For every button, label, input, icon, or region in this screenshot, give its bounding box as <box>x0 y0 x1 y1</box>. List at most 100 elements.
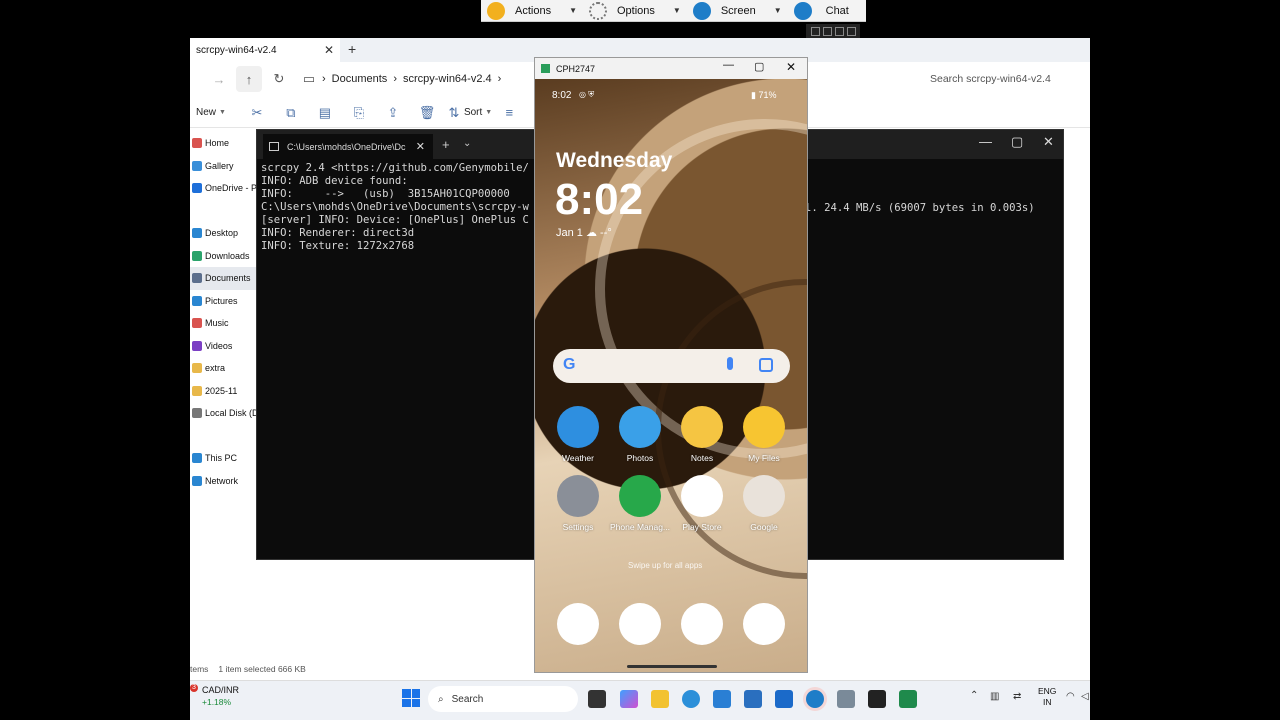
view-icon[interactable]: ≡ <box>492 105 526 120</box>
volume-icon[interactable]: ◁ <box>1081 691 1089 702</box>
date-weather[interactable]: Jan 1 ☁ --° <box>556 226 612 239</box>
sort-button[interactable]: Sort <box>464 107 482 118</box>
folder-icon <box>192 385 202 396</box>
store-icon[interactable] <box>713 690 731 708</box>
breadcrumb-folder[interactable]: scrcpy-win64-v2.4 <box>403 73 492 85</box>
options-menu[interactable]: Options ▼ <box>585 0 689 22</box>
search-input[interactable]: Search scrcpy-win64-v2.4 <box>930 73 1051 85</box>
remote-toolbar: Actions ▼ Options ▼ Screen ▼ Chat <box>481 0 866 22</box>
close-icon[interactable]: ✕ <box>786 60 796 74</box>
new-button[interactable]: New <box>196 107 216 118</box>
terminal-tab[interactable]: C:\Users\mohds\OneDrive\Dc ✕ <box>263 134 433 159</box>
sidebar-item[interactable]: Local Disk (D: <box>190 402 256 425</box>
sidebar-item[interactable]: Music <box>190 312 256 335</box>
actions-menu[interactable]: Actions ▼ <box>481 0 585 22</box>
forward-icon[interactable]: → <box>206 66 232 92</box>
maximize-icon[interactable]: ▢ <box>1011 134 1023 150</box>
file-explorer-icon[interactable] <box>651 690 669 708</box>
breadcrumb-documents[interactable]: Documents <box>332 73 388 85</box>
chrome-dock-icon[interactable] <box>681 603 723 645</box>
rename-icon[interactable]: ⎘ <box>342 105 376 121</box>
terminal-output[interactable]: scrcpy 2.4 <https://github.com/Genymobil… <box>261 162 529 253</box>
sidebar-item[interactable]: This PC <box>190 447 256 470</box>
remote-desktop-icon[interactable] <box>806 690 824 708</box>
messages-dock-icon[interactable] <box>619 603 661 645</box>
status-bar: tems 1 item selected 666 KB <box>190 664 306 674</box>
toolbar-mini-controls[interactable] <box>806 24 860 38</box>
terminal-icon <box>269 142 279 151</box>
google-search-bar[interactable]: G <box>553 349 790 383</box>
wifi-icon[interactable]: ◠ <box>1066 691 1075 702</box>
sidebar-item[interactable]: Documents <box>190 267 256 290</box>
minimize-icon[interactable]: — <box>979 134 992 149</box>
app-my-files[interactable]: My Files <box>734 406 794 463</box>
language-indicator[interactable]: ENG IN <box>1038 686 1056 708</box>
sidebar-item[interactable]: Network <box>190 470 256 493</box>
lightning-icon <box>487 1 505 20</box>
sidebar-item[interactable]: Pictures <box>190 290 256 313</box>
app-settings[interactable]: Settings <box>548 475 608 532</box>
app-google[interactable]: Google <box>734 475 794 532</box>
app-icon[interactable] <box>837 690 855 708</box>
sidebar-item[interactable]: Videos <box>190 335 256 358</box>
paste-icon[interactable]: ▤ <box>308 105 342 121</box>
app-weather[interactable]: Weather <box>548 406 608 463</box>
new-tab-button[interactable]: + <box>442 137 450 152</box>
phone-screen[interactable]: 8:02 ◎ ⛨ ▮ 71% Wednesday 8:02 Jan 1 ☁ --… <box>535 79 807 672</box>
camera-dock-icon[interactable] <box>743 603 785 645</box>
sync-icon[interactable]: ⇄ <box>1013 691 1021 702</box>
task-view-icon[interactable] <box>588 690 606 708</box>
sidebar-item-label: Music <box>205 318 229 329</box>
sidebar-item-label: Gallery <box>205 160 234 171</box>
cut-icon[interactable]: ✂ <box>240 105 274 121</box>
sidebar-item[interactable]: extra <box>190 357 256 380</box>
sidebar-item[interactable]: 2025-11 <box>190 380 256 403</box>
ticker-badge: 3 <box>190 684 198 692</box>
delete-icon[interactable]: 🗑 <box>410 105 444 121</box>
windows-start-icon[interactable] <box>402 689 420 707</box>
new-tab-button[interactable]: + <box>348 41 356 57</box>
close-icon[interactable]: ✕ <box>1043 134 1054 150</box>
phone-dock-icon[interactable] <box>557 603 599 645</box>
refresh-icon[interactable]: ↻ <box>266 66 292 92</box>
sidebar-item[interactable]: Downloads <box>190 245 256 268</box>
chat-button[interactable]: Chat <box>790 0 853 22</box>
taskbar-search[interactable]: ⌕ Search <box>428 686 578 712</box>
mic-icon[interactable] <box>727 357 733 370</box>
outlook-icon[interactable] <box>775 690 793 708</box>
clock[interactable]: 8:02 <box>555 175 643 225</box>
terminal-output-fragment: l. 24.4 MB/s (69007 bytes in 0.003s) <box>805 202 1035 214</box>
maximize-icon[interactable]: ▢ <box>754 60 764 73</box>
scrcpy-icon[interactable] <box>899 690 917 708</box>
chevron-up-icon[interactable]: ⌃ <box>970 690 978 701</box>
ticker-label[interactable]: CAD/INR <box>202 685 239 695</box>
sidebar-item[interactable]: Desktop <box>190 222 256 245</box>
sidebar-item-label: OneDrive - Pe <box>205 183 256 194</box>
sidebar-item[interactable]: Gallery <box>190 155 256 178</box>
screen-menu[interactable]: Screen ▼ <box>689 0 790 22</box>
app-play-store[interactable]: Play Store <box>672 475 732 532</box>
terminal-icon[interactable] <box>868 690 886 708</box>
monitor-icon[interactable]: ▭ <box>296 66 322 92</box>
chevron-down-icon[interactable]: ⌄ <box>463 138 471 149</box>
minimize-icon[interactable]: — <box>723 59 734 71</box>
share-icon[interactable]: ⇪ <box>376 105 410 121</box>
copy-icon[interactable]: ⧉ <box>274 105 308 121</box>
edge-icon[interactable] <box>682 690 700 708</box>
close-icon[interactable]: ✕ <box>324 43 334 57</box>
close-icon[interactable]: ✕ <box>416 140 425 153</box>
terminal-line: INFO: Renderer: direct3d <box>261 227 415 239</box>
app-phone-manag[interactable]: Phone Manag... <box>610 475 670 532</box>
phone-title-bar: CPH2747 — ▢ ✕ <box>535 58 807 79</box>
explorer-tab[interactable]: scrcpy-win64-v2.4 ✕ <box>190 38 340 62</box>
sidebar-item[interactable]: OneDrive - Pe <box>190 177 256 200</box>
chart-icon[interactable]: ▥ <box>990 691 999 702</box>
app-photos[interactable]: Photos <box>610 406 670 463</box>
app-icon[interactable] <box>744 690 762 708</box>
copilot-icon[interactable] <box>620 690 638 708</box>
home-indicator[interactable] <box>627 665 717 668</box>
lens-icon[interactable] <box>759 358 773 372</box>
up-icon[interactable]: ↑ <box>236 66 262 92</box>
app-notes[interactable]: Notes <box>672 406 732 463</box>
sidebar-item[interactable]: Home <box>190 132 256 155</box>
